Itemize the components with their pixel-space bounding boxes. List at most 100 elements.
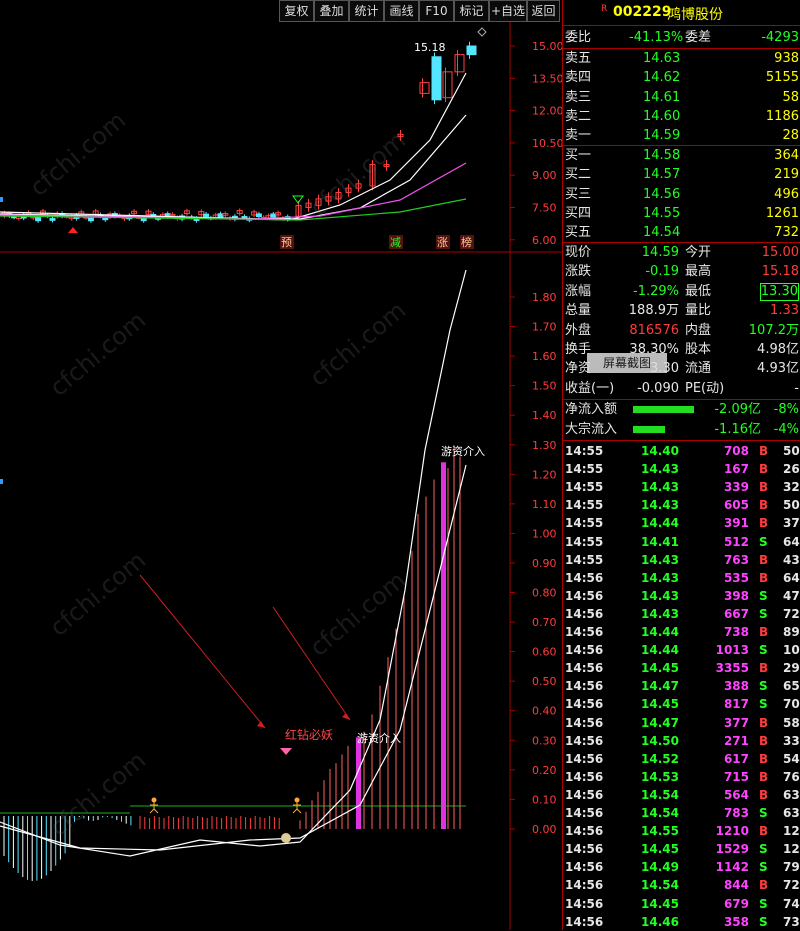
tick-time: 14:56: [565, 860, 604, 875]
ask-row[interactable]: 卖二 14.60 1186: [563, 107, 800, 126]
tick-price: 14.47: [641, 679, 679, 694]
quote-value: 1.33: [770, 303, 799, 319]
tick-count: 50: [783, 498, 800, 513]
overlay-button[interactable]: 叠加: [314, 0, 349, 22]
tick-row[interactable]: 14:56 14.47 377 B 58: [563, 714, 800, 732]
indicator-y-label: 1.00: [532, 527, 557, 540]
tick-side: S: [759, 606, 768, 621]
tick-row[interactable]: 14:56 14.52 617 B 54: [563, 750, 800, 768]
bid-price: 14.55: [643, 205, 681, 221]
quote-value: 15.00: [761, 245, 799, 260]
tick-row[interactable]: 14:55 14.40 708 B 50: [563, 442, 800, 460]
bid-volume: 219: [774, 167, 799, 183]
bid-row[interactable]: 买四 14.55 1261: [563, 204, 800, 223]
bid-volume: 496: [774, 186, 799, 202]
tick-row[interactable]: 14:56 14.53 715 B 76: [563, 768, 800, 786]
tick-volume: 667: [723, 606, 749, 621]
tick-row[interactable]: 14:56 14.45 817 S 70: [563, 695, 800, 713]
tick-count: 63: [783, 787, 800, 802]
tick-row[interactable]: 14:55 14.43 339 B 32: [563, 478, 800, 496]
mark-button[interactable]: 标记: [454, 0, 489, 22]
draw-line-button[interactable]: 画线: [384, 0, 419, 22]
tick-row[interactable]: 14:56 14.44 738 B 89: [563, 623, 800, 641]
tick-row[interactable]: 14:56 14.43 667 S 72: [563, 605, 800, 623]
tick-row[interactable]: 14:56 14.54 783 S 63: [563, 804, 800, 822]
quote-row: 外盘 816576 内盘 107.2万: [563, 321, 800, 340]
ask-row[interactable]: 卖一 14.59 28: [563, 126, 800, 145]
ask-row[interactable]: 卖三 14.61 58: [563, 88, 800, 107]
person-icon: [151, 797, 157, 803]
tick-row[interactable]: 14:56 14.44 1013 S 104: [563, 641, 800, 659]
tick-side: B: [759, 552, 769, 567]
kline-chart[interactable]: 15.00 13.50 12.00 10.50 9.00 7.50 6.00 1.80 1.70…: [0, 0, 562, 930]
chart-area[interactable]: 15.00 13.50 12.00 10.50 9.00 7.50 6.00 1.80 1.70…: [0, 0, 562, 930]
ma5-line: [0, 72, 467, 221]
tick-row[interactable]: 14:56 14.45 1529 S 126: [563, 840, 800, 858]
candle-body: [140, 217, 147, 222]
fund-flow-label: 净流入额: [565, 402, 618, 417]
tick-side: B: [759, 787, 769, 802]
tick-count: 32: [783, 480, 800, 495]
tick-row[interactable]: 14:56 14.43 535 B 64: [563, 569, 800, 587]
add-watchlist-button[interactable]: +自选: [489, 0, 527, 22]
tick-volume: 715: [723, 769, 749, 784]
tick-time: 14:56: [565, 588, 604, 603]
tick-row[interactable]: 14:55 14.41 512 S 64: [563, 533, 800, 551]
f10-button[interactable]: F10: [419, 0, 454, 22]
tick-row[interactable]: 14:55 14.43 167 B 26: [563, 460, 800, 478]
tick-side: B: [759, 751, 769, 766]
ask-row[interactable]: 卖五 14.63 938: [563, 49, 800, 68]
tick-count: 129: [783, 824, 800, 839]
tick-time: 14:56: [565, 625, 604, 639]
tick-price: 14.43: [641, 588, 679, 603]
gem-icon: [280, 748, 292, 755]
tick-row[interactable]: 14:56 14.45 3355 B 297: [563, 659, 800, 677]
tick-volume: 1142: [715, 860, 749, 875]
quote-value: -0.090: [637, 380, 679, 396]
tick-count: 33: [783, 733, 800, 748]
tick-time: 14:56: [565, 896, 604, 911]
tick-row[interactable]: 14:56 14.47 388 S 65: [563, 677, 800, 695]
arrow-head: [257, 721, 265, 728]
candle-y-label: 9.00: [532, 169, 557, 182]
diamond-icon: [477, 27, 487, 37]
tick-price: 14.41: [641, 534, 679, 549]
tick-row[interactable]: 14:55 14.43 763 B 43: [563, 551, 800, 569]
tick-side: B: [759, 733, 769, 748]
tick-side: S: [759, 914, 768, 929]
quote-label: 现价: [565, 245, 592, 260]
tick-price: 14.40: [641, 444, 679, 458]
bid-row[interactable]: 买三 14.56 496: [563, 185, 800, 204]
person-icon: [292, 802, 302, 814]
tick-side: S: [759, 697, 768, 712]
tick-row[interactable]: 14:56 14.54 844 B 72: [563, 876, 800, 894]
bid-price: 14.56: [643, 186, 681, 202]
bid-price: 14.57: [643, 167, 681, 183]
tick-side: B: [759, 878, 769, 893]
ask-row[interactable]: 卖四 14.62 5155: [563, 68, 800, 87]
tick-row[interactable]: 14:55 14.43 605 B 50: [563, 496, 800, 514]
tick-row[interactable]: 14:56 14.43 398 S 47: [563, 587, 800, 605]
tick-row[interactable]: 14:56 14.55 1210 B 129: [563, 822, 800, 840]
ask-volume: 938: [774, 51, 799, 66]
tick-row[interactable]: 14:56 14.54 564 B 63: [563, 786, 800, 804]
quote-label: 总量: [565, 303, 592, 319]
ask-price: 14.62: [643, 70, 681, 86]
tick-row[interactable]: 14:56 14.46 358 S 73: [563, 913, 800, 931]
tick-row[interactable]: 14:56 14.50 271 B 33: [563, 732, 800, 750]
stats-button[interactable]: 统计: [349, 0, 384, 22]
indicator-y-label: 1.20: [532, 468, 557, 481]
tick-volume: 512: [723, 534, 749, 549]
back-button[interactable]: 返回: [527, 0, 560, 22]
tick-price: 14.44: [641, 516, 679, 531]
bid-row[interactable]: 买二 14.57 219: [563, 165, 800, 184]
bid-row[interactable]: 买五 14.54 732: [563, 223, 800, 242]
bid-row[interactable]: 买一 14.58 364: [563, 146, 800, 165]
tick-row[interactable]: 14:56 14.45 679 S 74: [563, 895, 800, 913]
tick-volume: 564: [723, 787, 749, 802]
tick-row[interactable]: 14:56 14.49 1142 S 79: [563, 858, 800, 876]
tick-row[interactable]: 14:55 14.44 391 B 37: [563, 514, 800, 532]
fuquan-button[interactable]: 复权: [279, 0, 314, 22]
high-price-label: 15.18: [414, 41, 446, 54]
tick-price: 14.43: [641, 552, 679, 567]
